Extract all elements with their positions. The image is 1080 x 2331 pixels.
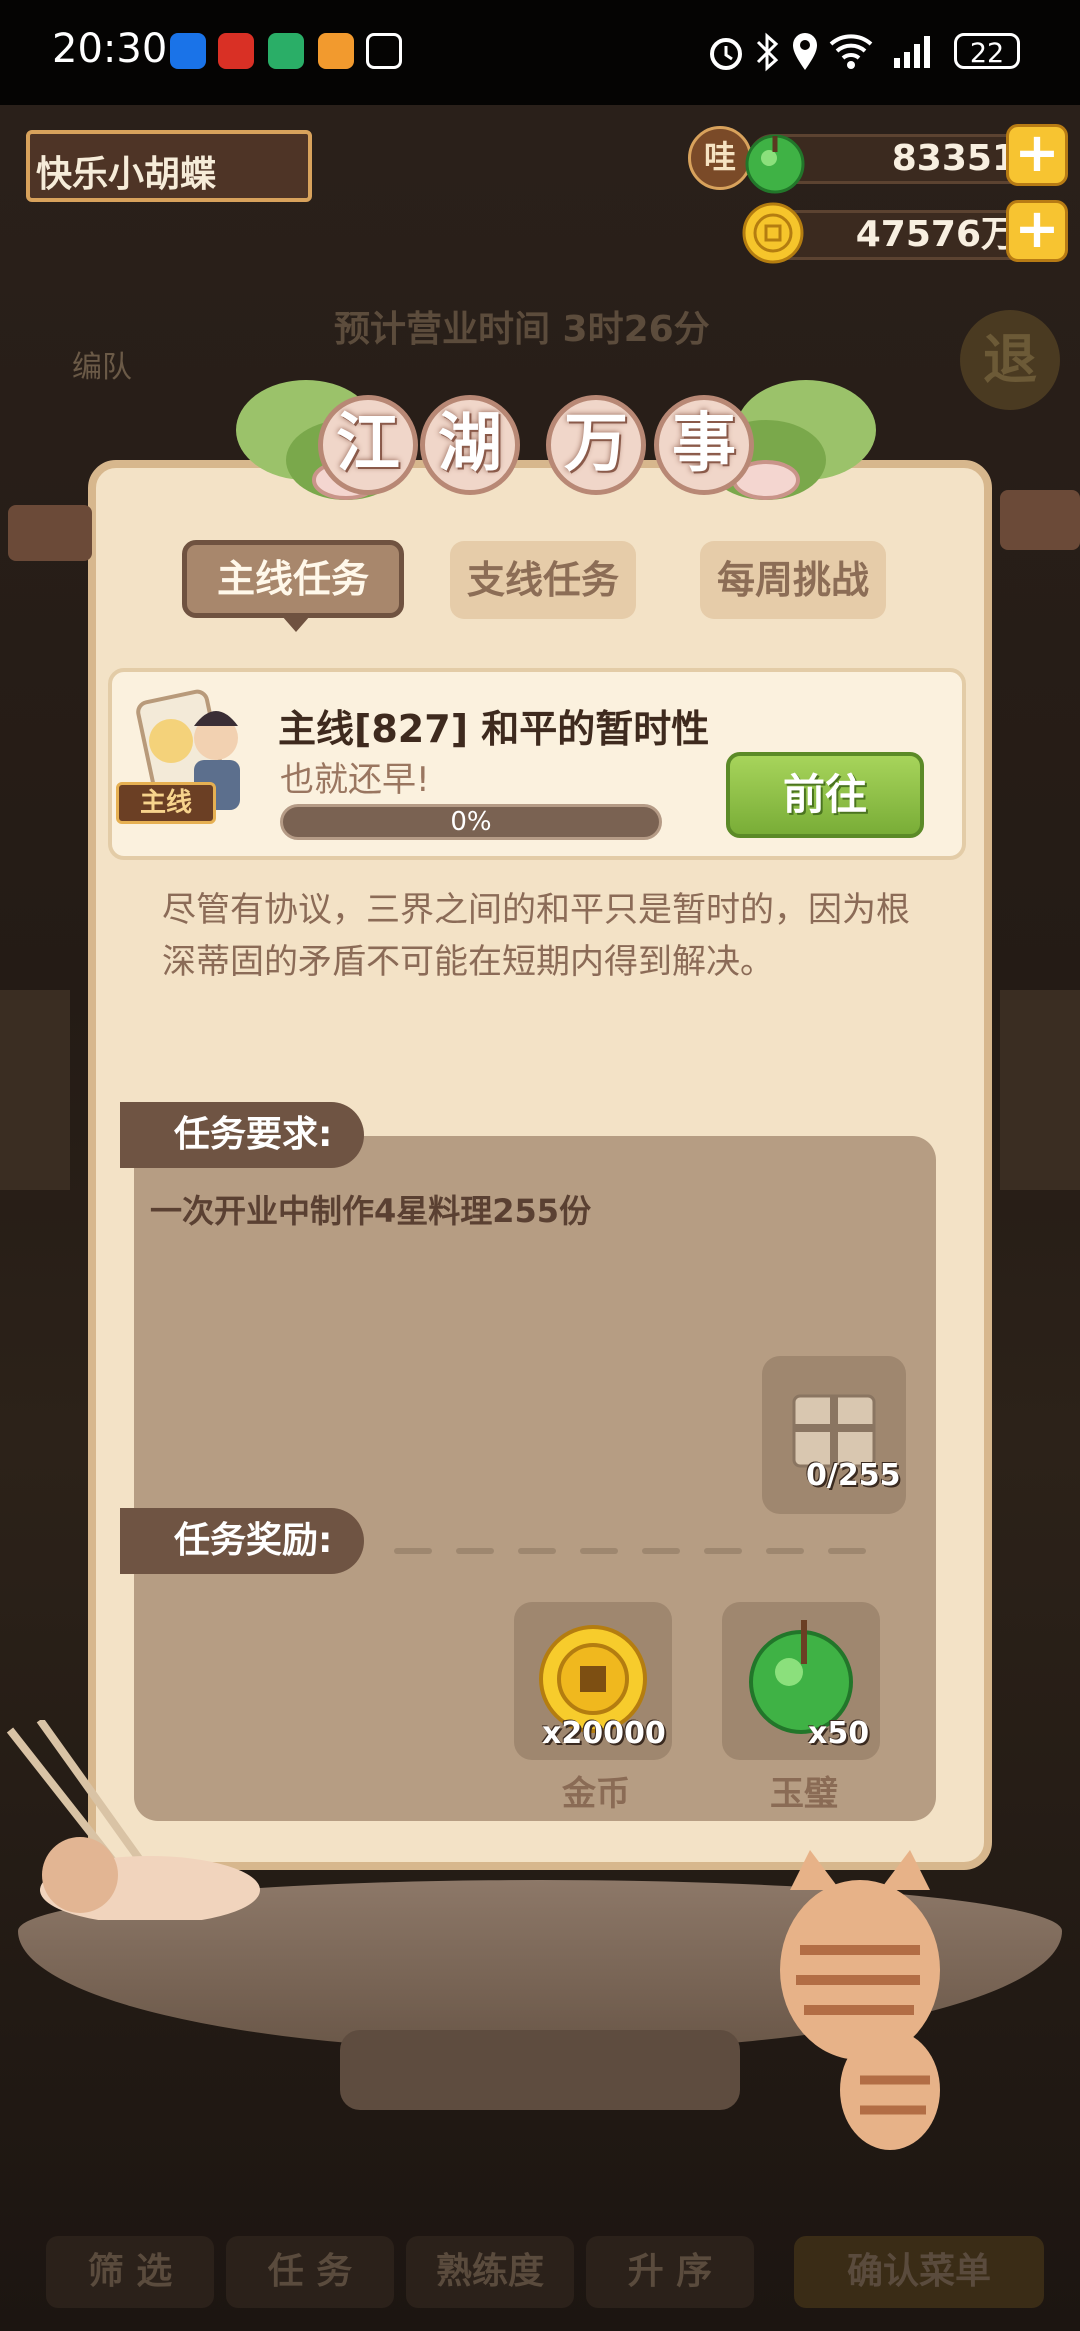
reward-label: 任务奖励: [120, 1508, 364, 1574]
exit-button[interactable]: 退 [960, 310, 1060, 410]
reward-jade-count: x50 [808, 1716, 870, 1751]
wechat-icon [268, 33, 304, 69]
bowl-base [340, 2030, 740, 2110]
bluetooth-icon [756, 32, 779, 72]
tab-weekly-challenge[interactable]: 每周挑战 [700, 541, 886, 619]
title-char-1: 江 [318, 395, 418, 495]
jade-disc-icon [745, 134, 805, 194]
divider-dash [642, 1548, 680, 1554]
confirm-menu-button[interactable]: 确认菜单 [794, 2236, 1044, 2308]
signal-icon [894, 36, 930, 68]
background-list-panel [0, 990, 70, 1190]
app-icon-blue [170, 33, 206, 69]
tab-pointer [282, 616, 310, 632]
alarm-icon [710, 38, 742, 70]
divider-dash [704, 1548, 742, 1554]
cat-decoration [780, 1850, 940, 2150]
task-button[interactable]: 任 务 [226, 2236, 394, 2308]
tab-side-quest[interactable]: 支线任务 [450, 541, 636, 619]
wifi-icon [829, 34, 873, 69]
title-char-3: 万 [546, 395, 646, 495]
divider-dash [394, 1548, 432, 1554]
add-coin-button[interactable]: + [1006, 200, 1068, 262]
status-time: 20:30 [52, 26, 168, 72]
divider-dash [456, 1548, 494, 1554]
tab-main-quest[interactable]: 主线任务 [182, 540, 404, 618]
gold-coin-icon [742, 202, 804, 264]
proficiency-button[interactable]: 熟练度 [406, 2236, 574, 2308]
quest-title: 主线[827] 和平的暂时性 [278, 707, 710, 751]
location-icon [793, 33, 817, 70]
quest-description: 尽管有协议，三界之间的和平只是暂时的，因为根深蒂固的矛盾不可能在短期内得到解决。 [162, 890, 910, 982]
sort-ascending-button[interactable]: 升 序 [586, 2236, 754, 2308]
reward-jade-name: 玉璧 [770, 1774, 838, 1814]
reward-gold-name: 金币 [562, 1774, 630, 1814]
divider-dash [766, 1548, 804, 1554]
app-icon-red [218, 33, 254, 69]
battery-indicator: 22 [954, 33, 1020, 69]
skewer-decoration [6, 1720, 260, 1920]
scroll-rod-left [8, 505, 92, 561]
requirement-label: 任务要求: [120, 1102, 364, 1168]
reward-gold-count: x20000 [542, 1716, 666, 1751]
divider-dash [828, 1548, 866, 1554]
title-char-2: 湖 [420, 395, 520, 495]
nfc-icon [366, 33, 402, 69]
background-list-panel-right [1000, 990, 1080, 1190]
quest-progress-bar: 0% [280, 804, 662, 840]
add-jade-button[interactable]: + [1006, 124, 1068, 186]
game-icon [318, 33, 354, 69]
title-char-4: 事 [654, 395, 754, 495]
filter-button[interactable]: 筛 选 [46, 2236, 214, 2308]
divider-dash [580, 1548, 618, 1554]
requirement-count: 0/255 [806, 1458, 901, 1493]
divider-dash [518, 1548, 556, 1554]
business-time-text: 预计营业时间 3时26分 [334, 309, 710, 350]
main-quest-tag: 主线 [116, 782, 216, 824]
quest-subtitle: 也就还早! [280, 760, 430, 800]
go-button[interactable]: 前往 [726, 752, 924, 838]
team-label: 编队 [72, 350, 132, 385]
quest-progress-text: 0% [450, 807, 492, 837]
status-bar: 20:30 22 [0, 0, 1080, 105]
scroll-rod-right [1000, 490, 1080, 550]
player-name: 快乐小胡蝶 [36, 154, 217, 195]
requirement-text: 一次开业中制作4星料理255份 [150, 1192, 592, 1230]
